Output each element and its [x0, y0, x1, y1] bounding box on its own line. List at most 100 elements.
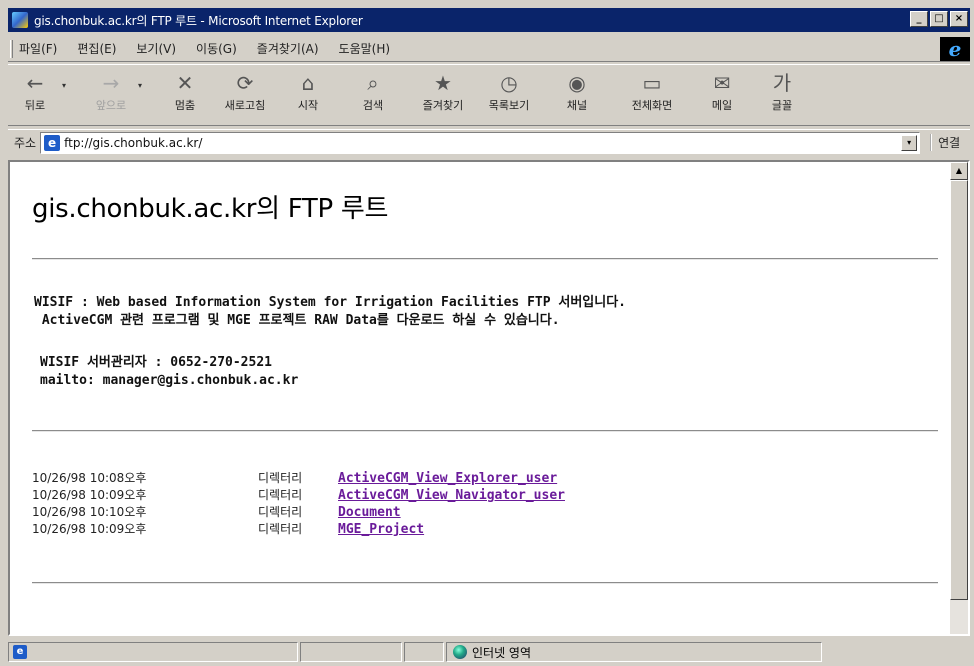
menu-help[interactable]: 도움말(H) [339, 40, 391, 57]
directory-link[interactable]: ActiveCGM_View_Navigator_user [338, 487, 565, 504]
home-icon: ⌂ [301, 71, 315, 95]
search-button[interactable]: ⌕ 검색 [336, 65, 410, 123]
ie-throbber-logo: e [940, 37, 970, 61]
channels-icon: ◉ [568, 71, 586, 95]
forward-label: 앞으로 [95, 99, 127, 112]
close-button[interactable]: × [950, 11, 968, 27]
home-button[interactable]: ⌂ 시작 [280, 65, 336, 123]
refresh-label: 새로고침 [224, 99, 266, 112]
back-button[interactable]: ← 뒤로 [8, 65, 62, 123]
favorites-button[interactable]: ★ 즐겨찾기 [410, 65, 476, 123]
status-main-pane: e [8, 642, 298, 662]
forward-button[interactable]: → 앞으로 [84, 65, 138, 123]
status-lock-pane [404, 642, 444, 662]
content-viewport: gis.chonbuk.ac.kr의 FTP 루트 WISIF : Web ba… [8, 160, 970, 636]
channels-label: 채널 [566, 99, 588, 112]
vertical-scrollbar[interactable]: ▲ [950, 162, 968, 634]
address-label: 주소 [14, 136, 37, 150]
welcome-message-line-1: WISIF : Web based Information System for… [34, 295, 627, 310]
address-bar: 주소 e ftp://gis.chonbuk.ac.kr/ ▾ 연결 [8, 129, 970, 155]
ie-page-icon: e [13, 645, 27, 659]
history-label: 목록보기 [488, 99, 530, 112]
search-icon: ⌕ [367, 71, 379, 95]
back-label: 뒤로 [24, 99, 46, 112]
directory-link[interactable]: ActiveCGM_View_Explorer_user [338, 470, 557, 487]
list-item: 10/26/98 10:09오후 디렉터리 MGE_Project [32, 521, 565, 538]
list-item: 10/26/98 10:10오후 디렉터리 Document [32, 504, 565, 521]
mail-button[interactable]: ✉ 메일 [692, 65, 752, 123]
font-button[interactable]: 가 글꼴 [752, 65, 812, 123]
item-type: 디렉터리 [258, 505, 303, 519]
list-item: 10/26/98 10:08오후 디렉터리 ActiveCGM_View_Exp… [32, 470, 565, 487]
font-icon: 가 [772, 71, 792, 95]
divider [32, 430, 938, 432]
window-title: gis.chonbuk.ac.kr의 FTP 루트 - Microsoft In… [34, 13, 363, 28]
address-dropdown-button[interactable]: ▾ [901, 134, 918, 151]
home-label: 시작 [297, 99, 319, 112]
security-zone-label: 인터넷 영역 [472, 645, 532, 660]
history-button[interactable]: ◷ 목록보기 [476, 65, 542, 123]
ie-app-icon[interactable] [12, 12, 28, 28]
mail-icon: ✉ [713, 71, 731, 95]
menu-favorites[interactable]: 즐겨찾기(A) [257, 40, 319, 57]
admin-contact-line-2: mailto: manager@gis.chonbuk.ac.kr [40, 373, 299, 388]
status-bar: e 인터넷 영역 [8, 640, 970, 664]
ftp-page: gis.chonbuk.ac.kr의 FTP 루트 WISIF : Web ba… [10, 162, 950, 634]
fullscreen-label: 전체화면 [631, 99, 673, 112]
back-dropdown-button[interactable]: ▾ [62, 65, 70, 90]
browser-window: gis.chonbuk.ac.kr의 FTP 루트 - Microsoft In… [0, 0, 974, 666]
scroll-up-button[interactable]: ▲ [950, 162, 968, 180]
item-date: 10/26/98 10:09오후 [32, 522, 147, 536]
item-type: 디렉터리 [258, 471, 303, 485]
fullscreen-icon: ▭ [642, 71, 662, 95]
fullscreen-button[interactable]: ▭ 전체화면 [612, 65, 692, 123]
search-label: 검색 [362, 99, 384, 112]
scroll-thumb[interactable] [950, 180, 968, 600]
window-controls: _ □ × [910, 11, 968, 27]
item-date: 10/26/98 10:09오후 [32, 488, 147, 502]
forward-arrow-icon: → [102, 71, 120, 95]
stop-icon: ✕ [176, 71, 194, 95]
item-type: 디렉터리 [258, 488, 303, 502]
channels-button[interactable]: ◉ 채널 [542, 65, 612, 123]
directory-listing: 10/26/98 10:08오후 디렉터리 ActiveCGM_View_Exp… [32, 470, 565, 538]
refresh-button[interactable]: ⟳ 새로고침 [210, 65, 280, 123]
item-date: 10/26/98 10:10오후 [32, 505, 147, 519]
history-icon: ◷ [500, 71, 518, 95]
status-progress-pane [300, 642, 402, 662]
address-input[interactable]: e ftp://gis.chonbuk.ac.kr/ ▾ [40, 131, 921, 154]
menu-edit[interactable]: 편집(E) [77, 40, 116, 57]
minimize-button[interactable]: _ [910, 11, 928, 27]
directory-link[interactable]: MGE_Project [338, 521, 424, 538]
menu-go[interactable]: 이동(G) [196, 40, 237, 57]
favorites-icon: ★ [434, 71, 452, 95]
mail-label: 메일 [711, 99, 733, 112]
back-arrow-icon: ← [26, 71, 44, 95]
address-url[interactable]: ftp://gis.chonbuk.ac.kr/ [64, 136, 202, 150]
list-item: 10/26/98 10:09오후 디렉터리 ActiveCGM_View_Nav… [32, 487, 565, 504]
welcome-message-line-2: ActiveCGM 관련 프로그램 및 MGE 프로젝트 RAW Data를 다… [34, 313, 560, 328]
divider [32, 258, 938, 260]
menu-bar: 파일(F) 편집(E) 보기(V) 이동(G) 즐겨찾기(A) 도움말(H) e [8, 36, 970, 62]
forward-dropdown-button[interactable]: ▾ [138, 65, 146, 90]
item-type: 디렉터리 [258, 522, 303, 536]
divider [32, 582, 938, 584]
status-zone-pane: 인터넷 영역 [446, 642, 822, 662]
item-date: 10/26/98 10:08오후 [32, 471, 147, 485]
menu-grip[interactable] [10, 39, 13, 58]
maximize-button[interactable]: □ [930, 11, 948, 27]
page-title: gis.chonbuk.ac.kr의 FTP 루트 [32, 194, 389, 224]
menu-file[interactable]: 파일(F) [19, 40, 57, 57]
admin-contact-line-1: WISIF 서버관리자 : 0652-270-2521 [40, 355, 272, 370]
stop-button[interactable]: ✕ 멈춤 [160, 65, 210, 123]
refresh-icon: ⟳ [236, 71, 254, 95]
favorites-label: 즐겨찾기 [422, 99, 464, 112]
links-button[interactable]: 연결 [930, 134, 960, 151]
directory-link[interactable]: Document [338, 504, 401, 521]
globe-icon [453, 645, 467, 659]
menu-view[interactable]: 보기(V) [136, 40, 176, 57]
title-bar[interactable]: gis.chonbuk.ac.kr의 FTP 루트 - Microsoft In… [8, 8, 970, 32]
standard-toolbar: ← 뒤로 ▾ → 앞으로 ▾ ✕ 멈춤 ⟳ 새로고침 ⌂ 시작 ⌕ 검색 ★ 즐… [8, 64, 970, 126]
stop-label: 멈춤 [174, 99, 196, 112]
font-label: 글꼴 [771, 99, 793, 112]
